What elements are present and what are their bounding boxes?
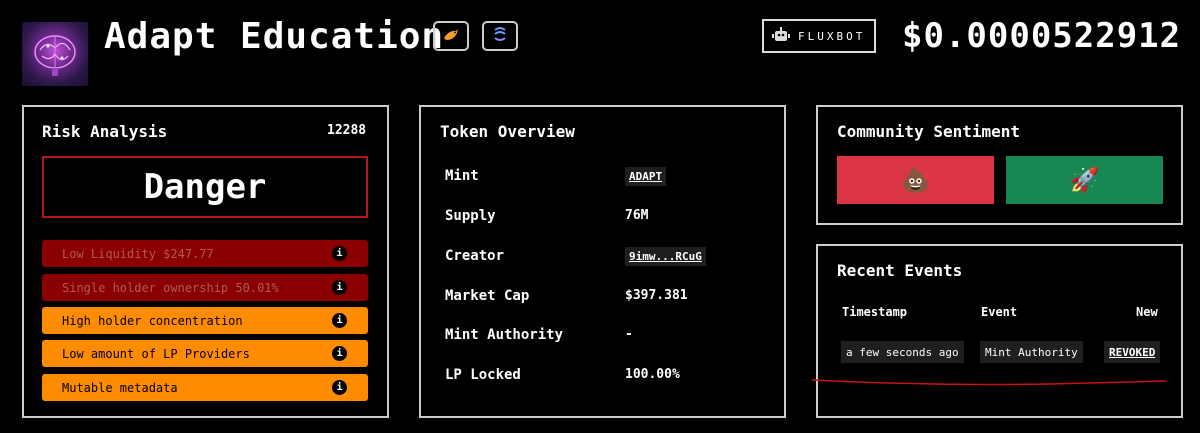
- sentiment-bullish-button[interactable]: 🚀: [1006, 156, 1163, 204]
- event-name: Mint Authority: [980, 341, 1083, 363]
- info-icon[interactable]: i: [332, 380, 347, 395]
- overview-label-supply: Supply: [445, 208, 496, 224]
- events-column-timestamp: Timestamp: [842, 305, 908, 319]
- risk-item[interactable]: High holder concentration i: [42, 307, 368, 334]
- sentiment-bearish-button[interactable]: 💩: [837, 156, 994, 204]
- event-new-value: REVOKED: [1104, 341, 1161, 363]
- overview-label-mint: Mint: [445, 168, 479, 184]
- info-icon[interactable]: i: [332, 280, 347, 295]
- risk-analysis-title: Risk Analysis: [42, 122, 168, 141]
- event-timestamp: a few seconds ago: [841, 341, 964, 363]
- info-icon[interactable]: i: [332, 313, 347, 328]
- overview-label-lp-locked: LP Locked: [445, 367, 521, 383]
- recent-events-title: Recent Events: [837, 261, 963, 280]
- risk-item-label: Low amount of LP Providers: [62, 346, 250, 361]
- fluxbot-button[interactable]: FLUXBOT: [762, 19, 876, 53]
- info-icon[interactable]: i: [332, 246, 347, 261]
- events-column-new: New: [1136, 305, 1158, 319]
- token-logo: [22, 22, 88, 86]
- risk-item-label: Single holder ownership 50.01%: [62, 280, 279, 295]
- annotation-underline: [811, 379, 1167, 386]
- creator-value-link[interactable]: 9imw...RCuG: [625, 247, 706, 266]
- risk-score: 12288: [327, 123, 367, 138]
- overview-label-mint-authority: Mint Authority: [445, 327, 564, 343]
- market-cap-value: $397.381: [625, 288, 688, 303]
- event-name-text: Mint Authority: [985, 345, 1078, 359]
- lp-locked-value: 100.00%: [625, 367, 680, 382]
- token-price: $0.0000522912: [902, 16, 1182, 56]
- solscan-link[interactable]: [482, 21, 518, 51]
- overview-label-market-cap: Market Cap: [445, 288, 530, 304]
- mint-value-link[interactable]: ADAPT: [625, 167, 667, 186]
- robot-icon: [772, 26, 790, 46]
- risk-level-label: Danger: [143, 167, 267, 207]
- risk-item[interactable]: Low amount of LP Providers i: [42, 340, 368, 367]
- event-timestamp-text: a few seconds ago: [846, 345, 959, 359]
- risk-level-box: Danger: [42, 156, 368, 218]
- event-new-text: REVOKED: [1109, 345, 1156, 359]
- risk-item-label: High holder concentration: [62, 313, 243, 328]
- bird-icon: [443, 27, 459, 46]
- info-icon[interactable]: i: [332, 346, 347, 361]
- token-title: Adapt Education: [104, 16, 445, 57]
- supply-value: 76M: [625, 208, 649, 223]
- risk-item[interactable]: Single holder ownership 50.01% i: [42, 274, 368, 301]
- risk-item[interactable]: Low Liquidity $247.77 i: [42, 240, 368, 267]
- events-column-event: Event: [981, 305, 1018, 319]
- mint-authority-value: -: [625, 327, 633, 342]
- risk-item-label: Low Liquidity $247.77: [62, 246, 214, 261]
- community-sentiment-title: Community Sentiment: [837, 122, 1021, 141]
- poop-icon: 💩: [900, 166, 931, 194]
- rocket-icon: 🚀: [1069, 166, 1100, 194]
- overview-label-creator: Creator: [445, 248, 505, 264]
- risk-item-label: Mutable metadata: [62, 380, 178, 395]
- solscan-icon: [491, 25, 509, 47]
- birdeye-link[interactable]: [433, 21, 469, 51]
- risk-item[interactable]: Mutable metadata i: [42, 374, 368, 401]
- fluxbot-label: FLUXBOT: [798, 29, 866, 43]
- token-overview-title: Token Overview: [440, 122, 575, 141]
